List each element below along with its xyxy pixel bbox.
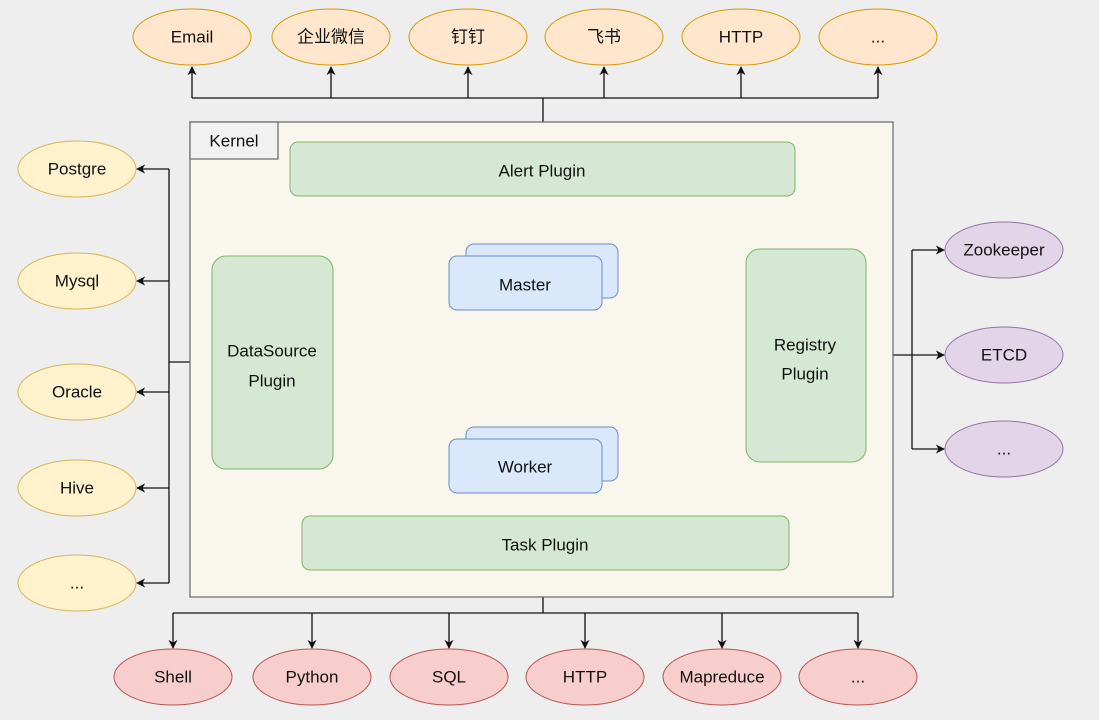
datasource-target-label: ... bbox=[70, 574, 84, 593]
task-plugin: Task Plugin bbox=[301, 515, 790, 571]
task-target-label: HTTP bbox=[563, 668, 607, 687]
task-target: HTTP bbox=[525, 648, 645, 706]
alert-target: 钉钉 bbox=[408, 8, 528, 66]
registry-plugin-label-1: Registry bbox=[774, 336, 837, 355]
datasource-plugin-label-2: Plugin bbox=[248, 372, 295, 391]
task-target: ... bbox=[798, 648, 918, 706]
master-node: Master bbox=[448, 243, 619, 311]
registry-target: ETCD bbox=[944, 326, 1064, 384]
worker-label: Worker bbox=[498, 458, 553, 477]
registry-target-label: ... bbox=[997, 440, 1011, 459]
alert-target-label: 企业微信 bbox=[297, 28, 365, 47]
datasource-target: Oracle bbox=[17, 363, 137, 421]
datasource-target-label: Hive bbox=[60, 479, 94, 498]
alert-target-label: 飞书 bbox=[587, 28, 621, 47]
architecture-diagram: Kernel Alert Plugin DataSource Plugin Re… bbox=[17, 8, 1064, 706]
kernel-label: Kernel bbox=[209, 132, 258, 151]
registry-plugin-label-2: Plugin bbox=[781, 365, 828, 384]
registry-target-label: Zookeeper bbox=[963, 241, 1045, 260]
datasource-target-label: Oracle bbox=[52, 383, 102, 402]
datasource-plugin: DataSource Plugin bbox=[211, 255, 334, 470]
task-target: SQL bbox=[389, 648, 509, 706]
datasource-target: Postgre bbox=[17, 140, 137, 198]
alert-plugin-label: Alert Plugin bbox=[499, 162, 586, 181]
alert-plugin: Alert Plugin bbox=[289, 141, 796, 197]
task-target-label: Python bbox=[286, 668, 339, 687]
alert-target: 飞书 bbox=[544, 8, 664, 66]
registry-target: Zookeeper bbox=[944, 221, 1064, 279]
datasource-target: Hive bbox=[17, 459, 137, 517]
task-plugin-label: Task Plugin bbox=[502, 536, 589, 555]
alert-target-label: 钉钉 bbox=[451, 28, 485, 47]
task-target-label: Shell bbox=[154, 668, 192, 687]
task-target-label: ... bbox=[851, 668, 865, 687]
master-label: Master bbox=[499, 276, 551, 295]
task-target: Python bbox=[252, 648, 372, 706]
worker-node: Worker bbox=[448, 426, 619, 494]
task-target: Mapreduce bbox=[662, 648, 782, 706]
task-target-label: SQL bbox=[432, 668, 466, 687]
task-target-label: Mapreduce bbox=[679, 668, 764, 687]
registry-target-label: ETCD bbox=[981, 346, 1027, 365]
datasource-target-label: Mysql bbox=[55, 272, 99, 291]
datasource-target-label: Postgre bbox=[48, 160, 107, 179]
registry-plugin: Registry Plugin bbox=[745, 248, 867, 463]
alert-target-label: Email bbox=[171, 28, 214, 47]
registry-target: ... bbox=[944, 420, 1064, 478]
datasource-target: ... bbox=[17, 554, 137, 612]
task-target: Shell bbox=[113, 648, 233, 706]
alert-target-label: HTTP bbox=[719, 28, 763, 47]
alert-target: ... bbox=[818, 8, 938, 66]
alert-target: Email bbox=[132, 8, 252, 66]
datasource-target: Mysql bbox=[17, 252, 137, 310]
alert-target: HTTP bbox=[681, 8, 801, 66]
alert-target: 企业微信 bbox=[271, 8, 391, 66]
datasource-plugin-label-1: DataSource bbox=[227, 342, 317, 361]
alert-target-label: ... bbox=[871, 28, 885, 47]
